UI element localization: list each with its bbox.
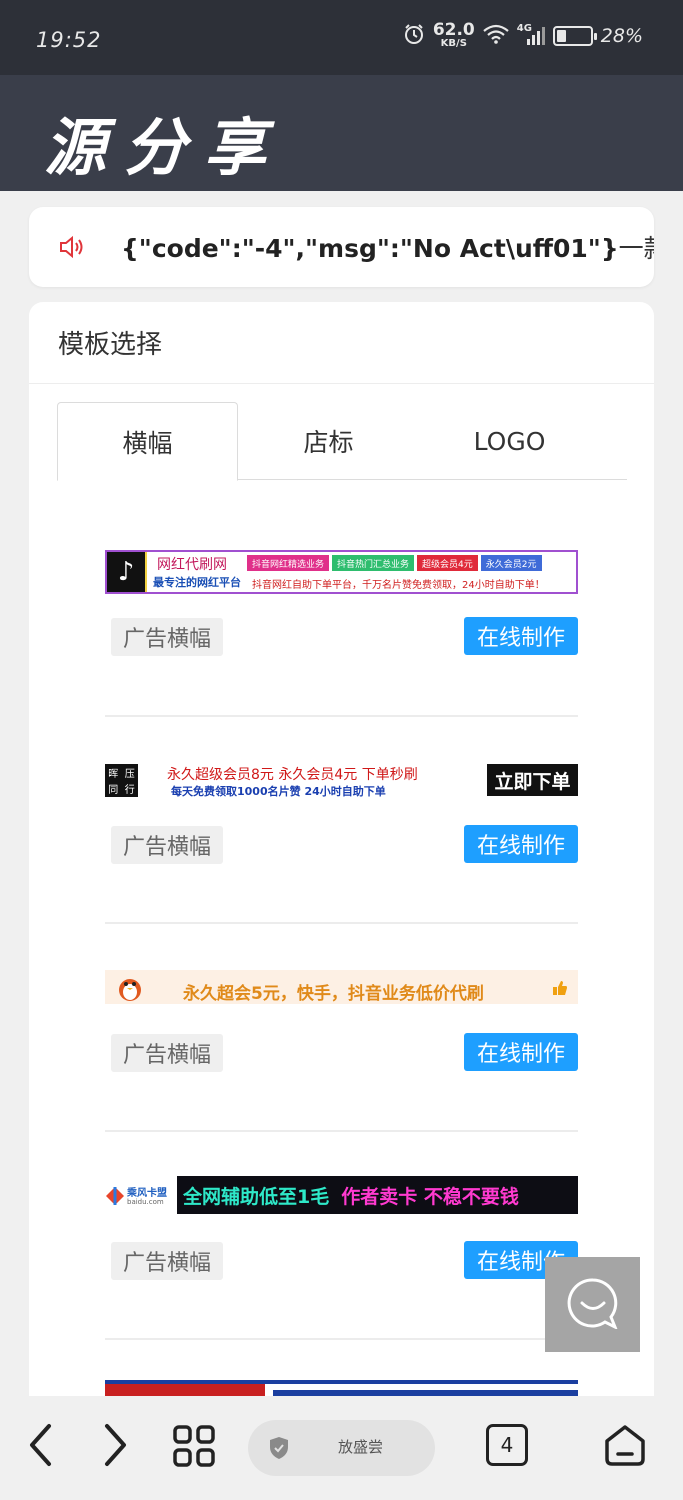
banner-preview[interactable]: 永久超会5元，快手，抖音业务低价代刷 (105, 970, 578, 1004)
floating-chat-button[interactable] (545, 1257, 640, 1352)
ad-banner-tag: 广告横幅 (111, 1242, 224, 1280)
banner-description: 抖音网红自助下单平台，千万名片赞免费领取，24小时自助下单！ (252, 580, 545, 591)
ad-banner-tag: 广告横幅 (111, 618, 224, 656)
ad-banner-tag: 广告横幅 (111, 1034, 224, 1072)
banner-magenta-text: 作者卖卡 不稳不要钱 (341, 1185, 519, 1208)
wifi-icon (483, 24, 509, 48)
speaker-icon (59, 235, 85, 259)
status-indicators: 62.0 KB/S 4G 28% (403, 22, 643, 49)
template-item: 乘风卡盟 baidu.com 全网辅助低至1毛 作者卖卡 不稳不要钱 广告横幅 … (105, 1174, 578, 1284)
template-item: 永久超会5元，快手，抖音业务低价代刷 广告横幅 在线制作 (105, 966, 578, 1076)
address-bar[interactable]: 放盛尝 (248, 1420, 435, 1476)
chat-bubble-icon (567, 1277, 619, 1333)
banner-dark-bar: 全网辅助低至1毛 作者卖卡 不稳不要钱 (177, 1176, 578, 1214)
battery-percent: 28% (600, 24, 643, 47)
network-speed: 62.0 KB/S (433, 22, 475, 49)
template-item: 晖 压 同 行 永久超级会员8元 永久会员4元 下单秒刷 每天免费领取1000名… (105, 758, 578, 868)
battery-fill (556, 29, 566, 42)
brand-char: 压 (124, 768, 135, 780)
menu-button[interactable] (170, 1424, 218, 1472)
item-divider (105, 922, 578, 924)
home-button[interactable] (602, 1424, 648, 1470)
ad-banner-tag: 广告横幅 (111, 826, 224, 864)
template-item: ♪ 网红代刷网 抖音网红精选业务 抖音热门汇总业务 超级会员4元 永久会员2元 … (105, 550, 578, 660)
notice-strong-text: {"code":"-4","msg":"No Act\uff01"} (121, 234, 619, 263)
tab-shop-logo[interactable]: 店标 (238, 402, 419, 480)
brand-name: 乘风卡盟 (127, 1188, 167, 1199)
banner-preview[interactable]: ♪ 网红代刷网 抖音网红精选业务 抖音热门汇总业务 超级会员4元 永久会员2元 … (105, 550, 578, 594)
app-header: 源分享 (0, 75, 683, 191)
kite-icon (106, 1187, 124, 1205)
site-logo[interactable]: 源分享 (44, 97, 284, 187)
battery-icon (552, 25, 597, 46)
template-tabs: 横幅 店标 LOGO (57, 402, 627, 481)
banner-chip: 抖音网红精选业务 (247, 555, 330, 571)
item-divider (105, 1338, 578, 1340)
banner-brand: 乘风卡盟 baidu.com (105, 1178, 175, 1214)
forward-arrow-icon (104, 1423, 128, 1471)
notice-text: 一款免费精 (618, 234, 654, 263)
brand-char: 行 (124, 785, 135, 797)
brand-sub: baidu.com (127, 1198, 164, 1206)
grid-menu-icon (172, 1424, 216, 1472)
banner-line-1: 永久超级会员8元 永久会员4元 下单秒刷 (167, 767, 418, 783)
brand-char: 晖 (108, 768, 119, 780)
brand-char: 同 (108, 785, 119, 797)
make-online-button[interactable]: 在线制作 (464, 1033, 578, 1071)
banner-brand-mark: 晖 压 同 行 (105, 764, 138, 797)
notice-marquee: {"code":"-4","msg":"No Act\uff01"}一款免费精 (121, 229, 654, 265)
shield-icon (268, 1436, 290, 1464)
tab-logo[interactable]: LOGO (419, 402, 600, 480)
template-item (105, 1380, 578, 1396)
banner-chip: 超级会员4元 (417, 555, 478, 571)
banner-title: 网红代刷网 (157, 557, 227, 573)
address-text: 放盛尝 (338, 1438, 384, 1456)
banner-subtitle: 最专注的网红平台 (153, 576, 241, 589)
make-online-button[interactable]: 在线制作 (464, 825, 578, 863)
status-time: 19:52 (36, 28, 102, 52)
tabs-button[interactable]: 4 (486, 1424, 528, 1466)
thumbs-up-icon (552, 980, 568, 1000)
banner-chips: 抖音网红精选业务 抖音热门汇总业务 超级会员4元 永久会员2元 (247, 555, 542, 571)
banner-preview[interactable]: 乘风卡盟 baidu.com 全网辅助低至1毛 作者卖卡 不稳不要钱 (105, 1174, 578, 1218)
browser-bottom-nav: 放盛尝 4 (0, 1396, 683, 1500)
tiktok-icon: ♪ (107, 552, 147, 592)
back-button[interactable] (20, 1424, 60, 1470)
penguin-icon (115, 974, 145, 1004)
banner-text: 永久超会5元，快手，抖音业务低价代刷 (183, 984, 484, 1004)
banner-preview[interactable]: 晖 压 同 行 永久超级会员8元 永久会员4元 下单秒刷 每天免费领取1000名… (105, 758, 578, 802)
tab-banner[interactable]: 横幅 (57, 402, 238, 481)
card-title: 模板选择 (58, 330, 163, 360)
make-online-button[interactable]: 在线制作 (464, 617, 578, 655)
divider (29, 383, 654, 384)
banner-cta: 立即下单 (487, 764, 578, 796)
banner-preview[interactable] (105, 1380, 578, 1396)
home-icon (603, 1423, 647, 1471)
notice-bar: {"code":"-4","msg":"No Act\uff01"}一款免费精 (29, 207, 654, 287)
item-divider (105, 715, 578, 717)
banner-chip: 永久会员2元 (480, 555, 542, 571)
alarm-icon (403, 23, 425, 49)
banner-red-block (105, 1384, 265, 1396)
cellular-signal-icon: 4G (517, 23, 545, 47)
template-card: 模板选择 横幅 店标 LOGO ♪ 网红代刷网 抖音网红精选业务 抖音热门汇总业… (29, 302, 654, 1396)
network-speed-unit: KB/S (440, 38, 467, 49)
banner-green-text: 全网辅助低至1毛 (183, 1185, 330, 1208)
status-bar: 19:52 62.0 KB/S 4G 28% (0, 0, 683, 75)
network-speed-value: 62.0 (432, 20, 475, 40)
back-arrow-icon (28, 1423, 52, 1471)
forward-button[interactable] (96, 1424, 136, 1470)
banner-chip: 抖音热门汇总业务 (332, 555, 415, 571)
banner-line-2: 每天免费领取1000名片赞 24小时自助下单 (171, 785, 386, 798)
item-divider (105, 1130, 578, 1132)
